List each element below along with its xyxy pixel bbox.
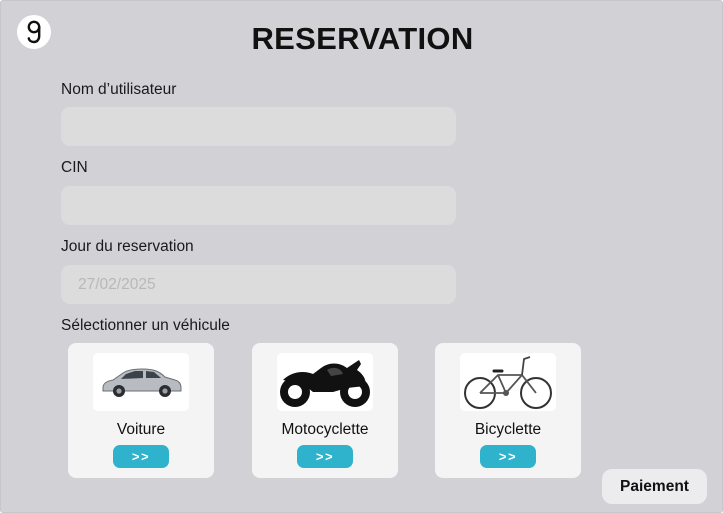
motorcycle-icon (277, 353, 373, 411)
payment-button[interactable]: Paiement (602, 469, 707, 504)
cin-field[interactable] (61, 186, 456, 225)
page-title: RESERVATION (251, 21, 474, 56)
vehicle-name: Motocyclette (281, 421, 369, 438)
username-field[interactable] (61, 107, 456, 146)
select-car-button[interactable]: >> (113, 445, 169, 468)
date-field[interactable] (61, 265, 456, 304)
vehicle-card-car[interactable]: Voiture >> (68, 343, 214, 478)
cin-label: CIN (61, 159, 88, 176)
vehicle-name: Bicyclette (474, 421, 542, 438)
vehicle-card-motorcycle[interactable]: Motocyclette >> (252, 343, 398, 478)
select-bicycle-button[interactable]: >> (480, 445, 536, 468)
vehicle-select-label: Sélectionner un véhicule (61, 317, 230, 334)
reservation-screen: RESERVATION Nom d’utilisateur CIN Jour d… (0, 0, 723, 513)
username-label: Nom d’utilisateur (61, 81, 177, 98)
bicycle-icon (460, 353, 556, 411)
vehicle-name: Voiture (116, 421, 166, 438)
date-label: Jour du reservation (61, 238, 194, 255)
car-icon (93, 353, 189, 411)
vehicle-card-bicycle[interactable]: Bicyclette >> (435, 343, 581, 478)
select-motorcycle-button[interactable]: >> (297, 445, 353, 468)
